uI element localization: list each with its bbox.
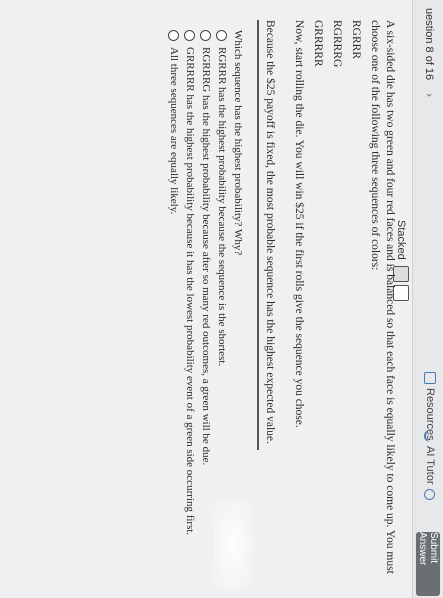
- answer-option[interactable]: GRRRRR has the highest probability becau…: [183, 30, 197, 570]
- info-icon[interactable]: [424, 488, 436, 500]
- screen-glare: [213, 500, 253, 590]
- submit-answer-button[interactable]: Submit Answer: [416, 532, 440, 596]
- question-block: Which sequence has the highest probabili…: [167, 30, 245, 570]
- radio-button[interactable]: [216, 30, 228, 41]
- answer-option[interactable]: RGRRR has the highest probability becaus…: [215, 30, 229, 570]
- problem-statement: A six-sided die has two green and four r…: [258, 20, 397, 580]
- sequence-item: RGRRRG: [331, 20, 343, 68]
- section-divider: [257, 20, 259, 450]
- ai-tutor-button[interactable]: AI Tutor: [424, 430, 436, 500]
- sequence-item: GRRRRR: [312, 20, 324, 67]
- question-prompt: Which sequence has the highest probabili…: [232, 30, 244, 256]
- answer-option-label: GRRRRR has the highest probability becau…: [184, 47, 196, 536]
- tutor-icon: [424, 430, 436, 442]
- problem-instruction: Now, start rolling the die. You will win…: [293, 20, 305, 428]
- answer-option-label: RGRRRG has the highest probability becau…: [200, 47, 212, 466]
- problem-note: Because the $25 payoff is fixed, the mos…: [264, 20, 276, 444]
- radio-button[interactable]: [168, 30, 180, 41]
- answer-option[interactable]: All three sequences are equally likely.: [167, 30, 181, 570]
- top-bar: uestion 8 of 16 › Resources AI Tutor Sub…: [412, 0, 443, 598]
- sequence-item: RGRRR: [350, 20, 362, 59]
- question-counter: uestion 8 of 16: [423, 8, 435, 81]
- question-navigator[interactable]: uestion 8 of 16 ›: [423, 8, 435, 97]
- radio-button[interactable]: [200, 30, 212, 41]
- answer-option-label: RGRRR has the highest probability becaus…: [216, 47, 228, 367]
- photographed-screen: uestion 8 of 16 › Resources AI Tutor Sub…: [0, 0, 443, 598]
- resources-icon: [424, 372, 436, 384]
- answer-option-label: All three sequences are equally likely.: [168, 47, 180, 215]
- chevron-right-icon[interactable]: ›: [423, 93, 435, 97]
- answer-option[interactable]: RGRRRG has the highest probability becau…: [199, 30, 213, 570]
- ai-tutor-label: AI Tutor: [424, 446, 436, 485]
- problem-intro: A six-sided die has two green and four r…: [369, 20, 396, 574]
- radio-button[interactable]: [184, 30, 196, 41]
